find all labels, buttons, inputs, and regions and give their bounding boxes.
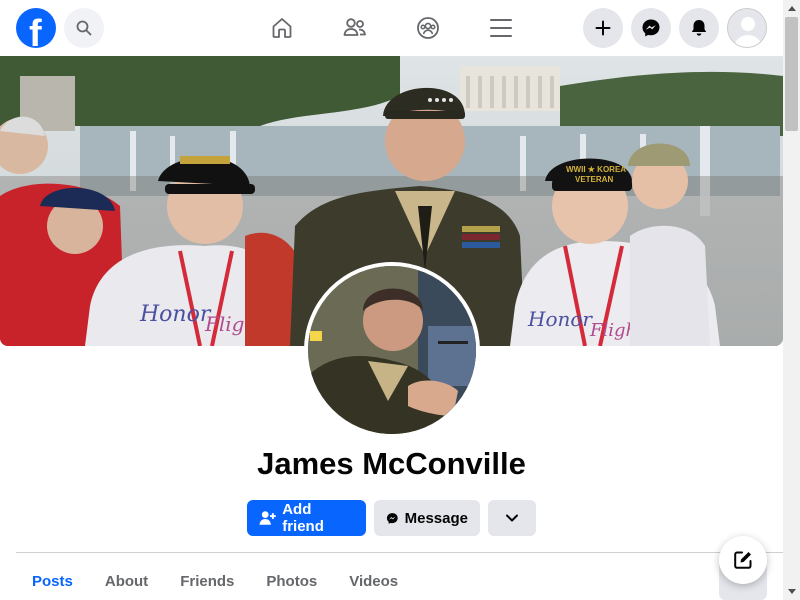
caret-up-icon <box>787 6 796 11</box>
svg-text:VETERAN: VETERAN <box>575 175 613 184</box>
messenger-button[interactable] <box>631 8 671 48</box>
tab-videos[interactable]: Videos <box>333 565 414 590</box>
add-friend-icon <box>259 511 276 525</box>
message-button[interactable]: Message <box>374 500 480 536</box>
scroll-down-arrow[interactable] <box>783 583 800 600</box>
bell-icon <box>691 20 707 36</box>
messenger-icon <box>642 19 660 37</box>
profile-actions: Add friend Message <box>247 500 536 536</box>
menu-icon <box>490 19 512 37</box>
menu-nav-button[interactable] <box>481 8 521 48</box>
messenger-icon <box>386 512 398 524</box>
plus-icon <box>595 20 611 36</box>
compose-icon <box>734 551 752 569</box>
svg-text:Honor: Honor <box>139 302 212 327</box>
profile-photo-image <box>308 266 476 434</box>
scroll-up-arrow[interactable] <box>783 0 800 17</box>
logo-letter: f <box>29 13 42 48</box>
add-friend-label: Add friend <box>282 501 324 535</box>
new-message-button[interactable] <box>719 536 767 584</box>
friends-nav-button[interactable] <box>335 8 375 48</box>
section-divider <box>16 552 783 553</box>
profile-photo-frame <box>304 262 480 438</box>
more-options-button[interactable] <box>488 500 536 536</box>
default-avatar-icon <box>728 9 766 47</box>
caret-down-icon <box>787 589 796 594</box>
create-button[interactable] <box>583 8 623 48</box>
account-avatar[interactable] <box>727 8 767 48</box>
tab-about[interactable]: About <box>89 565 164 590</box>
groups-icon <box>417 17 439 39</box>
profile-tabs: Posts About Friends Photos Videos <box>16 565 414 590</box>
tab-posts[interactable]: Posts <box>16 565 89 590</box>
facebook-logo[interactable]: f <box>16 8 56 48</box>
svg-text:WWII ★ KOREA: WWII ★ KOREA <box>566 165 626 174</box>
tab-photos[interactable]: Photos <box>250 565 333 590</box>
groups-nav-button[interactable] <box>408 8 448 48</box>
top-navigation-bar: f <box>0 0 783 56</box>
scrollbar-thumb[interactable] <box>785 17 798 131</box>
vertical-scrollbar[interactable] <box>783 0 800 600</box>
profile-photo[interactable] <box>308 266 476 434</box>
search-button[interactable] <box>64 8 104 48</box>
svg-text:Honor: Honor <box>527 307 593 331</box>
chevron-down-icon <box>506 514 518 522</box>
profile-name: James McConville <box>257 446 526 481</box>
home-nav-button[interactable] <box>262 8 302 48</box>
home-icon <box>272 18 292 38</box>
search-icon <box>76 20 92 36</box>
add-friend-button[interactable]: Add friend <box>247 500 366 536</box>
friends-icon <box>343 18 366 36</box>
notifications-button[interactable] <box>679 8 719 48</box>
message-label: Message <box>404 509 468 527</box>
tab-friends[interactable]: Friends <box>164 565 250 590</box>
